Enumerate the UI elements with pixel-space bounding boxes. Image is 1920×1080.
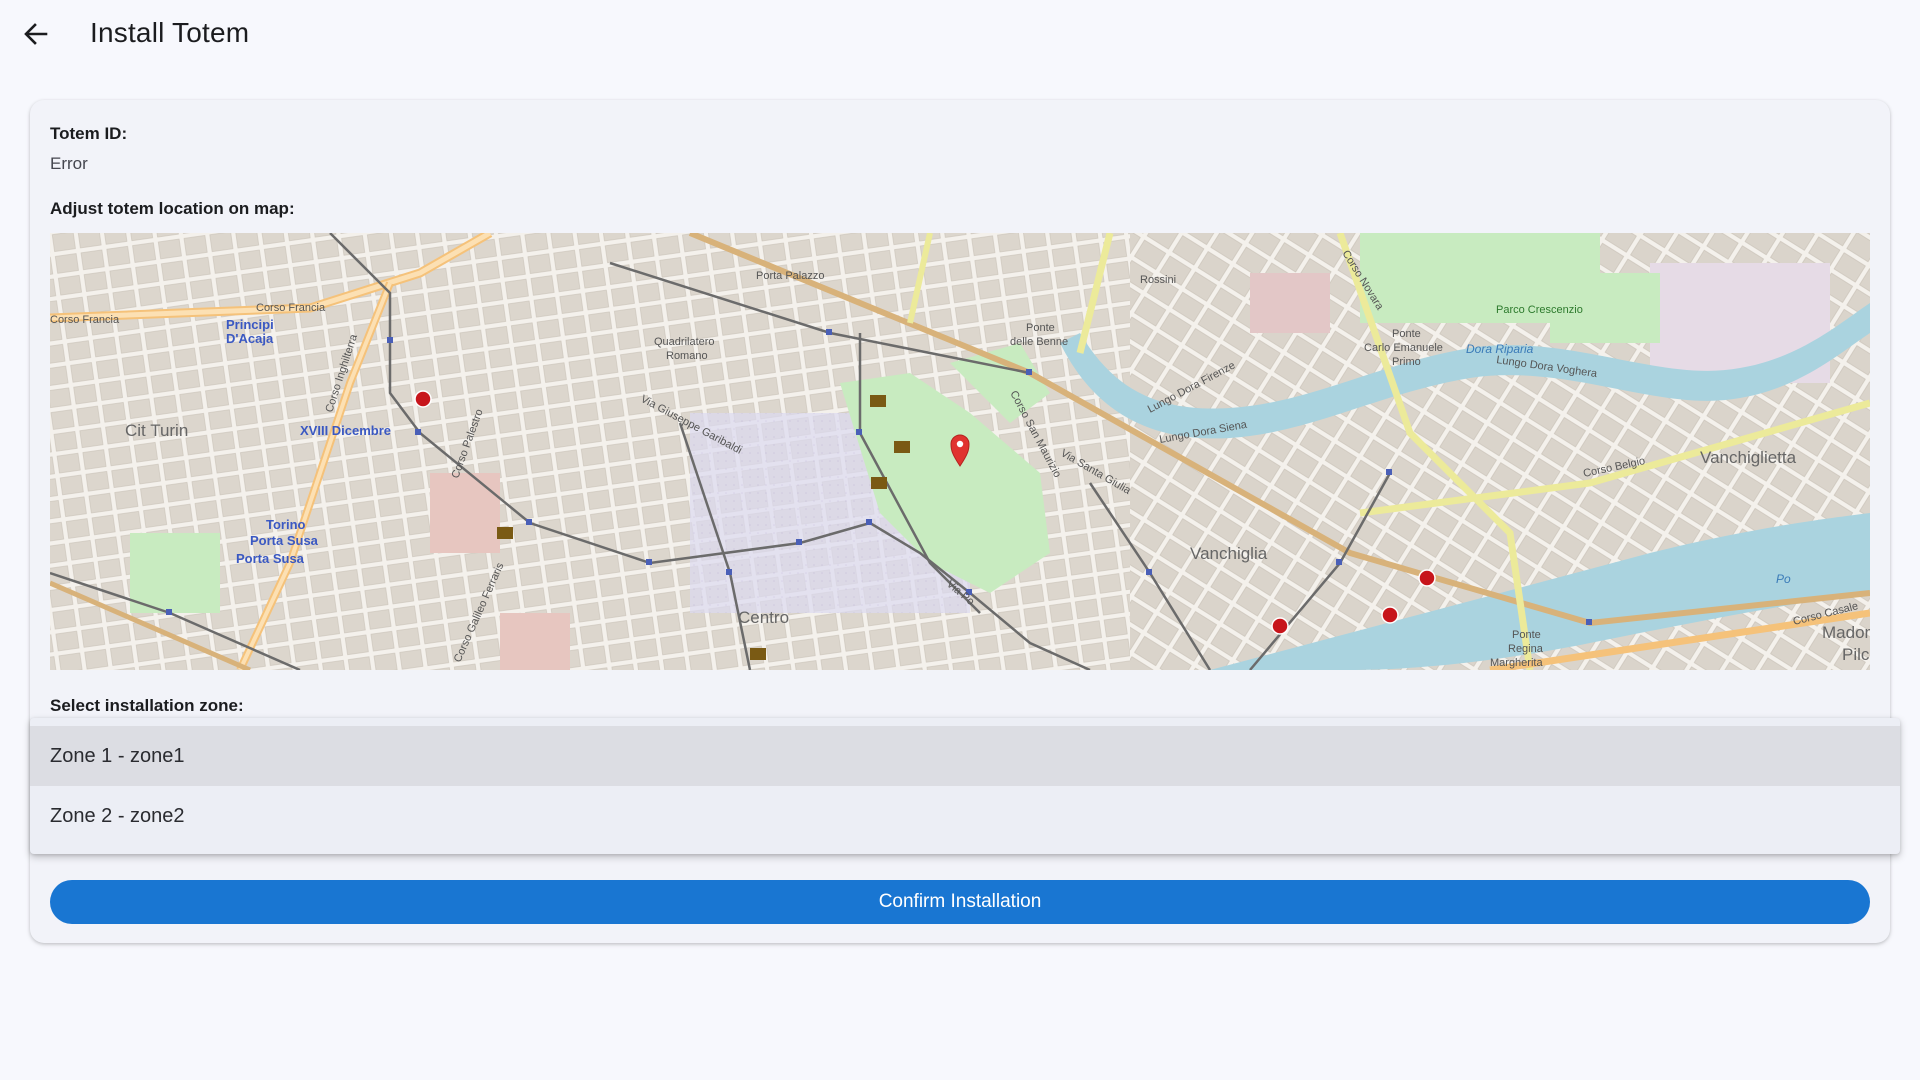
map-label-principi-2: D'Acaja (226, 331, 274, 346)
totem-id-value: Error (50, 154, 88, 173)
map-label-rossini: Rossini (1140, 274, 1176, 286)
map-label-vanchiglia: Vanchiglia (1190, 544, 1268, 563)
map-label-ponte-regina: Ponte (1512, 629, 1541, 641)
arrow-left-icon (24, 23, 48, 45)
map-label-torino-porta-susa: Porta Susa (250, 533, 319, 548)
map-label-porta-susa: Porta Susa (236, 551, 305, 566)
confirm-installation-button[interactable]: Confirm Installation (50, 880, 1870, 924)
map-label-ponte-benne: Ponte (1026, 322, 1055, 334)
map-label-madon: Madon (1822, 623, 1870, 642)
map-label-romano: Romano (666, 350, 708, 362)
map-label-corso-francia: Corso Francia (50, 314, 120, 326)
app-bar: Install Totem (0, 0, 1920, 70)
map-label-delle-benne: delle Benne (1010, 336, 1068, 348)
map-label-xviii-dicembre: XVIII Dicembre (300, 423, 391, 438)
zone-dropdown-menu: Zone 1 - zone1 Zone 2 - zone2 (30, 718, 1900, 854)
map-label-corso-francia-east: Corso Francia (256, 302, 326, 314)
map-label-primo: Primo (1392, 356, 1421, 368)
map-label-regina: Regina (1508, 643, 1544, 655)
map-label-carlo-emanuele: Carlo Emanuele (1364, 342, 1443, 354)
map-label-parco-crescenzio: Parco Crescenzio (1496, 304, 1583, 316)
zone-label: Select installation zone: (50, 696, 244, 715)
zone-option-2[interactable]: Zone 2 - zone2 (30, 786, 1900, 846)
page-title: Install Totem (90, 17, 250, 48)
map-label-margherita: Margherita (1490, 657, 1543, 669)
map-label: Adjust totem location on map: (50, 199, 295, 218)
map-label-ponte: Ponte (1392, 328, 1421, 340)
back-button[interactable] (18, 16, 54, 52)
totem-id-label: Totem ID: (50, 124, 128, 143)
map-label-centro: Centro (738, 608, 789, 627)
location-map[interactable]: Corso Francia Corso Francia Principi D'A… (50, 233, 1870, 670)
map-label-principi: Principi (226, 317, 274, 332)
map-label-quadrilatero: Quadrilatero (654, 336, 715, 348)
map-label-pilc: Pilc (1842, 645, 1870, 664)
map-label-vanchiglietta: Vanchiglietta (1700, 448, 1797, 467)
map-label-porta-palazzo: Porta Palazzo (756, 270, 824, 282)
map-label-po: Po (1776, 572, 1791, 586)
zone-option-1[interactable]: Zone 1 - zone1 (30, 726, 1900, 786)
map-label-cit-turin: Cit Turin (125, 421, 188, 440)
map-label-torino: Torino (266, 517, 306, 532)
